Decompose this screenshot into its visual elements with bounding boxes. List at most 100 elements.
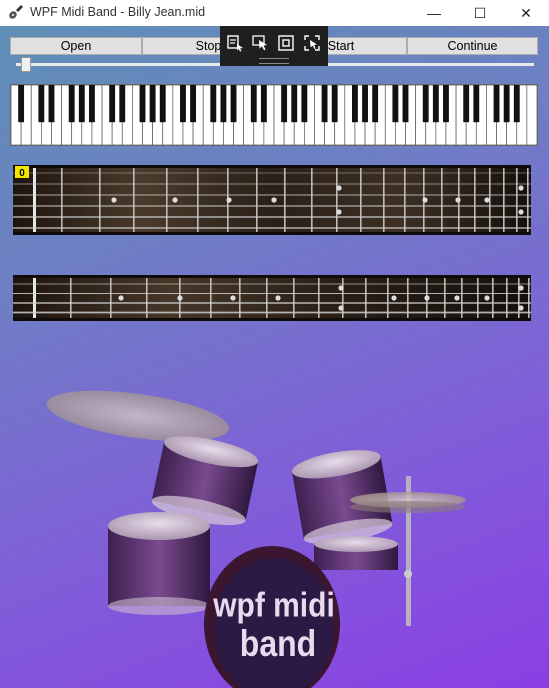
piano-black-key[interactable] xyxy=(260,85,267,123)
guitar-fret xyxy=(197,168,199,232)
guitar-fret xyxy=(311,168,313,232)
guitar-fret xyxy=(441,168,443,232)
guitar-icon xyxy=(9,5,23,19)
guitar-fret xyxy=(404,168,406,232)
fret-marker-dot xyxy=(484,197,490,203)
piano-black-key[interactable] xyxy=(291,85,298,123)
guitar-fret xyxy=(336,168,338,232)
fret-marker-dot xyxy=(518,209,524,215)
piano-black-key[interactable] xyxy=(210,85,217,123)
piano-keys[interactable] xyxy=(10,84,538,146)
piano-black-key[interactable] xyxy=(493,85,500,123)
guitar-fret xyxy=(99,168,101,232)
piano-black-key[interactable] xyxy=(473,85,480,123)
piano-black-key[interactable] xyxy=(149,85,156,123)
position-slider-thumb[interactable] xyxy=(21,57,32,72)
piano-black-key[interactable] xyxy=(392,85,399,123)
piano-black-key[interactable] xyxy=(301,85,308,123)
frame-icon[interactable] xyxy=(277,34,295,52)
guitar-fretboard: 0 xyxy=(13,165,531,235)
guitar-fret xyxy=(383,168,385,232)
piano-black-key[interactable] xyxy=(78,85,85,123)
select-element-icon[interactable] xyxy=(226,34,244,52)
fret-marker-dot xyxy=(230,295,236,301)
guitar-fret xyxy=(516,168,518,232)
fret-marker-dot xyxy=(177,295,183,301)
piano-black-key[interactable] xyxy=(230,85,237,123)
piano-black-key[interactable] xyxy=(372,85,379,123)
guitar-fret xyxy=(360,168,362,232)
piano-black-key[interactable] xyxy=(362,85,368,123)
drum-kit: wpf midi band xyxy=(46,390,466,688)
piano-black-key[interactable] xyxy=(503,85,510,123)
piano-black-key[interactable] xyxy=(159,85,166,123)
fret-marker-dot xyxy=(455,197,461,203)
piano-black-key[interactable] xyxy=(68,85,75,123)
debug-toolbar xyxy=(220,26,328,66)
fret-marker-dot xyxy=(172,197,178,203)
piano-black-key[interactable] xyxy=(432,85,439,123)
snare-drum[interactable] xyxy=(314,536,398,570)
piano-black-key[interactable] xyxy=(180,85,186,123)
fret-marker-dot xyxy=(422,197,428,203)
piano-black-key[interactable] xyxy=(443,85,449,123)
piano-black-key[interactable] xyxy=(281,85,288,123)
close-button[interactable]: ✕ xyxy=(503,0,549,26)
piano-black-key[interactable] xyxy=(402,85,409,123)
fret-marker-dot xyxy=(336,209,342,215)
guitar-fret xyxy=(474,168,476,232)
piano-black-key[interactable] xyxy=(513,85,520,123)
fret-marker-dot xyxy=(518,285,524,291)
fret-marker-dot xyxy=(424,295,430,301)
title-bar: WPF Midi Band - Billy Jean.mid — ☐ ✕ xyxy=(0,0,549,26)
piano-black-key[interactable] xyxy=(139,85,146,123)
fret-marker-dot xyxy=(118,295,124,301)
fret-badge-text: 0 xyxy=(19,168,25,179)
piano-black-key[interactable] xyxy=(250,85,257,123)
guitar-fret xyxy=(133,168,135,232)
main-client-area: Open Stop Start Continue 0 wpf midi band xyxy=(0,26,549,688)
piano-black-key[interactable] xyxy=(220,85,227,123)
fret-marker-dot xyxy=(111,197,117,203)
toolbar-drag-grip[interactable] xyxy=(259,58,289,64)
fret-marker-dot xyxy=(518,305,524,311)
drum-logo-line2: band xyxy=(240,624,316,665)
piano-black-key[interactable] xyxy=(463,85,470,123)
guitar-fret xyxy=(527,168,529,232)
floor-tom[interactable] xyxy=(108,512,210,615)
piano-black-key[interactable] xyxy=(48,85,55,123)
guitar-fret xyxy=(166,168,168,232)
piano-black-key[interactable] xyxy=(321,85,328,123)
fret-marker-dot xyxy=(275,295,281,301)
fret-marker-dot xyxy=(271,197,277,203)
piano-black-key[interactable] xyxy=(190,85,197,123)
guitar-fret xyxy=(256,168,258,232)
piano-black-key[interactable] xyxy=(88,85,95,123)
piano-black-key[interactable] xyxy=(38,85,45,123)
fret-marker-dot xyxy=(336,185,342,191)
guitar-fret xyxy=(61,168,63,232)
fret-marker-dot xyxy=(338,285,344,291)
continue-button[interactable]: Continue xyxy=(407,37,538,55)
guitar-fret xyxy=(503,168,505,232)
drum-logo-line1: wpf midi xyxy=(212,586,335,624)
fret-marker-dot xyxy=(518,185,524,191)
piano-black-key[interactable] xyxy=(119,85,126,123)
pointer-icon[interactable] xyxy=(252,34,270,52)
piano-black-key[interactable] xyxy=(331,85,338,123)
minimize-button[interactable]: — xyxy=(411,0,457,26)
window-title: WPF Midi Band - Billy Jean.mid xyxy=(30,5,206,19)
open-button[interactable]: Open xyxy=(10,37,142,55)
piano-black-key[interactable] xyxy=(351,85,358,123)
fret-marker-dot xyxy=(226,197,232,203)
guitar-fret xyxy=(284,168,286,232)
piano-black-key[interactable] xyxy=(18,85,25,123)
piano-black-key[interactable] xyxy=(109,85,116,123)
guitar-fret xyxy=(33,168,36,232)
piano-white-key[interactable] xyxy=(526,84,538,146)
piano-keyboard xyxy=(10,84,538,146)
maximize-button[interactable]: ☐ xyxy=(457,0,503,26)
fret-marker-dot xyxy=(484,295,490,301)
piano-black-key[interactable] xyxy=(422,85,429,123)
screenshot-icon[interactable] xyxy=(303,34,321,52)
